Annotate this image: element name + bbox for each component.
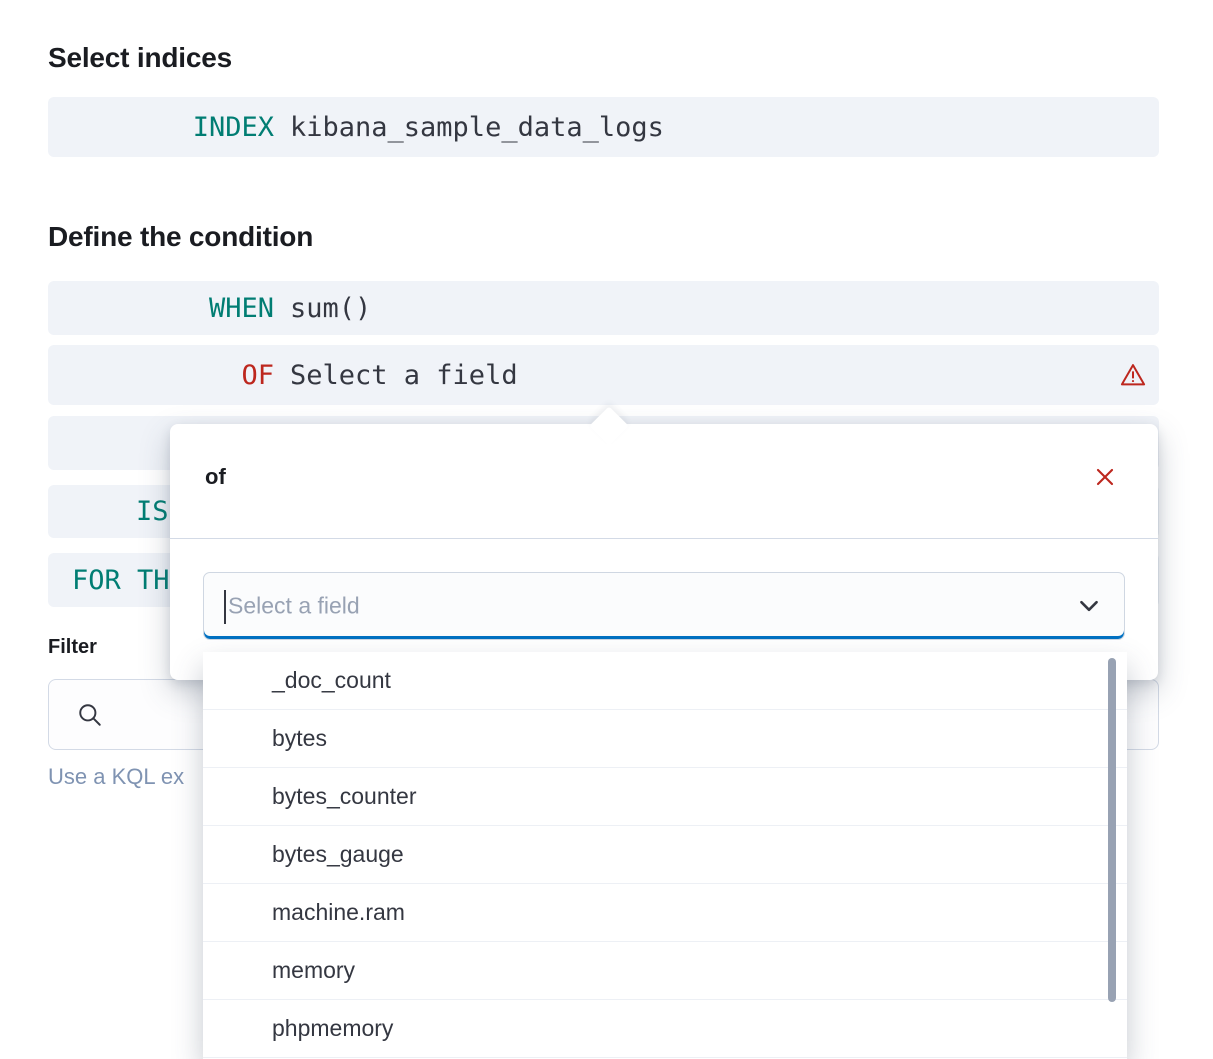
filter-label: Filter [48,636,97,659]
warning-triangle-icon [1119,361,1147,389]
option-bytes[interactable]: bytes [203,710,1127,768]
popover-title: of [205,464,226,490]
when-keyword: WHEN [48,293,274,324]
field-combobox[interactable]: Select a field [203,572,1125,640]
define-condition-heading: Define the condition [48,221,313,253]
popover-arrow [589,406,629,446]
index-keyword: INDEX [48,112,274,143]
option-bytes-gauge[interactable]: bytes_gauge [203,826,1127,884]
close-icon [1093,465,1117,489]
index-value: kibana_sample_data_logs [290,112,664,143]
threshold-keyword: IS [136,496,169,527]
option-memory[interactable]: memory [203,942,1127,1000]
scrollbar-thumb[interactable] [1108,658,1116,1002]
option-bytes-counter[interactable]: bytes_counter [203,768,1127,826]
popover-title-divider [170,538,1158,539]
when-value: sum() [290,293,371,324]
of-field-expression[interactable]: OF Select a field [48,345,1159,405]
index-expression[interactable]: INDEX kibana_sample_data_logs [48,97,1159,157]
of-keyword: OF [48,360,274,391]
search-icon [77,702,103,728]
aggregation-expression[interactable]: WHEN sum() [48,281,1159,335]
text-caret [224,590,226,624]
select-indices-heading: Select indices [48,42,232,74]
of-popover: of Select a field [170,424,1158,680]
of-value: Select a field [290,360,518,391]
time-window-keyword: FOR TH [72,565,170,596]
kql-hint-text: Use a KQL ex [48,764,184,790]
option-machine-ram[interactable]: machine.ram [203,884,1127,942]
chevron-down-icon[interactable] [1076,593,1102,619]
option-phpmemory[interactable]: phpmemory [203,1000,1127,1058]
field-combobox-placeholder: Select a field [228,593,360,620]
alert-condition-form: Select indices INDEX kibana_sample_data_… [0,0,1213,1059]
option-doc-count[interactable]: _doc_count [203,652,1127,710]
field-options-list: _doc_count bytes bytes_counter bytes_gau… [203,652,1127,1059]
close-button[interactable] [1086,458,1124,496]
